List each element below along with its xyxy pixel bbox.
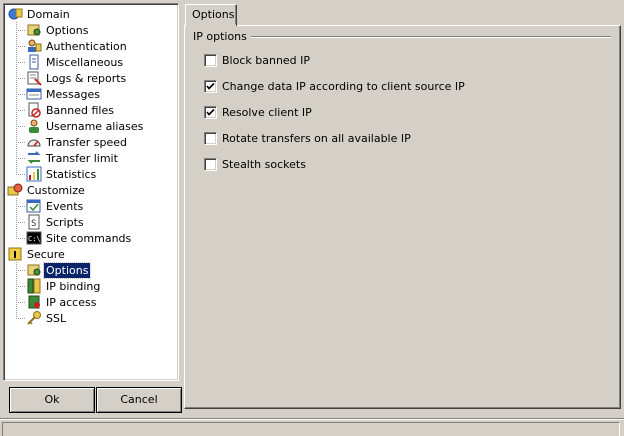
tree-item-label: Transfer limit — [46, 151, 118, 165]
scripts-icon: S — [26, 214, 42, 230]
checkbox-unchecked[interactable] — [204, 53, 217, 67]
banned-files-icon — [26, 102, 42, 118]
tree-item-label: Banned files — [46, 103, 114, 117]
checkbox-unchecked[interactable] — [204, 157, 217, 171]
tree-item-label: Domain — [27, 7, 70, 21]
tree-item-miscellaneous[interactable]: Miscellaneous — [26, 54, 125, 70]
transfer-limit-icon — [26, 150, 42, 166]
tree-item-ssl[interactable]: SSL — [26, 310, 68, 326]
group-divider — [193, 36, 611, 38]
tree-item-label: Username aliases — [46, 119, 144, 133]
tree-item-transfer-limit[interactable]: Transfer limit — [26, 150, 120, 166]
tree-item-label: Scripts — [46, 215, 84, 229]
tree-item-logs-reports[interactable]: Logs & reports — [26, 70, 128, 86]
transfer-speed-icon — [26, 134, 42, 150]
option-label: Rotate transfers on all available IP — [222, 131, 411, 145]
option-label: Change data IP according to client sourc… — [222, 79, 465, 93]
tree-item-authentication[interactable]: Authentication — [26, 38, 129, 54]
tree-item-events[interactable]: Events — [26, 198, 85, 214]
tree-item-customize[interactable]: Customize — [7, 182, 87, 198]
ip-binding-icon — [26, 278, 42, 294]
option-rotate-transfers-on-all-available-ip[interactable]: Rotate transfers on all available IP — [204, 131, 411, 145]
tree-item-site-commands[interactable]: C:\ Site commands — [26, 230, 133, 246]
checkbox-checked[interactable] — [204, 79, 217, 93]
ssl-key-icon — [26, 310, 42, 326]
status-pane — [2, 422, 620, 436]
tree-item-label: Miscellaneous — [46, 55, 124, 69]
tree-item-domain[interactable]: Domain — [7, 6, 72, 22]
tree-item-label: Site commands — [46, 231, 132, 245]
tree-item-label: IP binding — [46, 279, 101, 293]
customize-icon — [7, 182, 23, 198]
site-commands-icon: C:\ — [26, 230, 42, 246]
option-change-data-ip-according-to-client-source-ip[interactable]: Change data IP according to client sourc… — [204, 79, 465, 93]
settings-tree[interactable]: Domain Options Authentication Miscellaneous… — [3, 3, 179, 381]
options-icon — [26, 262, 42, 278]
tree-item-label: Customize — [27, 183, 85, 197]
tree-item-secure[interactable]: Secure — [7, 246, 67, 262]
option-label: Block banned IP — [222, 53, 311, 67]
tree-item-ip-binding[interactable]: IP binding — [26, 278, 102, 294]
cancel-button[interactable]: Cancel — [96, 387, 182, 413]
tree-item-label: SSL — [46, 311, 67, 325]
ok-button[interactable]: Ok — [9, 387, 95, 413]
tree-item-messages[interactable]: Messages — [26, 86, 102, 102]
tab-gap — [186, 24, 236, 27]
status-bar — [0, 418, 624, 436]
username-aliases-icon — [26, 118, 42, 134]
secure-icon — [7, 246, 23, 262]
statistics-icon — [26, 166, 42, 182]
tree-item-label: Secure — [27, 247, 65, 261]
logs-reports-icon — [26, 70, 42, 86]
options-icon — [26, 22, 42, 38]
tree-item-ip-access[interactable]: IP access — [26, 294, 98, 310]
domain-icon — [7, 6, 23, 22]
svg-text:S: S — [31, 219, 36, 229]
tree-item-options[interactable]: Options — [26, 261, 92, 279]
authentication-icon — [26, 38, 42, 54]
option-stealth-sockets[interactable]: Stealth sockets — [204, 157, 306, 171]
option-label: Stealth sockets — [222, 157, 306, 171]
option-label: Resolve client IP — [222, 105, 312, 119]
tree-item-label: Events — [46, 199, 84, 213]
tree-item-scripts[interactable]: S Scripts — [26, 214, 86, 230]
tree-item-banned-files[interactable]: Banned files — [26, 102, 116, 118]
tree-item-label: IP access — [46, 295, 97, 309]
tree-item-label: Options — [42, 261, 92, 279]
option-resolve-client-ip[interactable]: Resolve client IP — [204, 105, 312, 119]
tree-item-label: Statistics — [46, 167, 97, 181]
checkbox-unchecked[interactable] — [204, 131, 217, 145]
group-title-ip-options: IP options — [193, 30, 251, 43]
tree-item-label: Options — [46, 23, 89, 37]
tree-item-label: Transfer speed — [46, 135, 127, 149]
tree-item-label: Messages — [46, 87, 100, 101]
messages-icon — [26, 86, 42, 102]
ip-access-icon — [26, 294, 42, 310]
events-icon — [26, 198, 42, 214]
tab-options[interactable]: Options — [185, 4, 237, 26]
tree-item-options[interactable]: Options — [26, 22, 90, 38]
checkmark-icon — [206, 108, 215, 116]
checkbox-checked[interactable] — [204, 105, 217, 119]
tree-item-label: Logs & reports — [46, 71, 127, 85]
option-block-banned-ip[interactable]: Block banned IP — [204, 53, 310, 67]
tree-item-username-aliases[interactable]: Username aliases — [26, 118, 145, 134]
miscellaneous-icon — [26, 54, 42, 70]
svg-text:C:\: C:\ — [28, 235, 41, 243]
tree-item-transfer-speed[interactable]: Transfer speed — [26, 134, 129, 150]
checkmark-icon — [206, 82, 215, 90]
tree-item-statistics[interactable]: Statistics — [26, 166, 98, 182]
tree-item-label: Authentication — [46, 39, 127, 53]
